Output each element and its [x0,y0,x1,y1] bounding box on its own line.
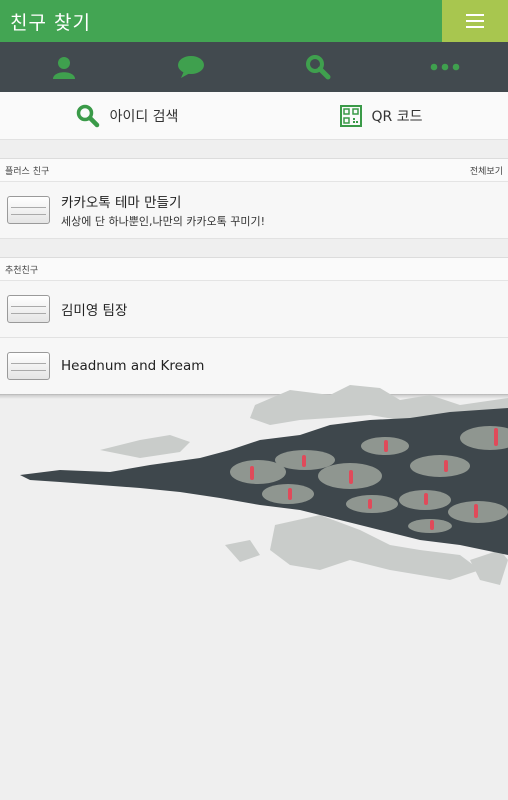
chat-bubble-icon [177,56,204,78]
plus-friends-title: 플러스 친구 [5,166,50,177]
list-item[interactable]: 김미영 팀장 [0,281,508,338]
id-search-label: 아이디 검색 [109,108,179,125]
plus-friends-header: 플러스 친구 전체보기 [0,158,508,182]
profile-thumbnail [7,196,50,224]
profile-thumbnail [7,352,50,380]
item-name: Headnum and Kream [61,358,205,374]
item-description: 세상에 단 하나뿐인,나만의 카카오톡 꾸미기! [61,215,266,228]
profile-thumbnail [7,295,50,323]
tab-bar [0,42,508,92]
id-search-button[interactable]: 아이디 검색 [0,92,254,139]
tab-search[interactable] [254,42,381,92]
tab-friends[interactable] [0,42,127,92]
page-title: 친구 찾기 [10,11,91,34]
recommended-title: 추천친구 [5,265,39,276]
see-all-link[interactable]: 전체보기 [470,164,503,177]
item-name: 김미영 팀장 [61,303,128,319]
tab-more[interactable] [381,42,508,92]
search-icon [305,55,330,80]
item-name: 카카오톡 테마 만들기 [61,195,182,211]
title-bar: 친구 찾기 [0,0,508,42]
menu-button[interactable] [442,0,508,42]
search-options-bar: 아이디 검색 QR 코드 [0,92,508,140]
hamburger-menu-icon [466,14,484,28]
list-item[interactable]: 카카오톡 테마 만들기 세상에 단 하나뿐인,나만의 카카오톡 꾸미기! [0,182,508,239]
person-icon [52,57,75,79]
tab-chats[interactable] [127,42,254,92]
search-icon [76,104,99,127]
background-illustration [20,385,508,585]
more-dots-icon [430,63,459,71]
qr-code-label: QR 코드 [371,108,423,125]
qr-code-icon [339,104,362,127]
qr-code-button[interactable]: QR 코드 [254,92,508,139]
recommended-friends-header: 추천친구 [0,257,508,281]
